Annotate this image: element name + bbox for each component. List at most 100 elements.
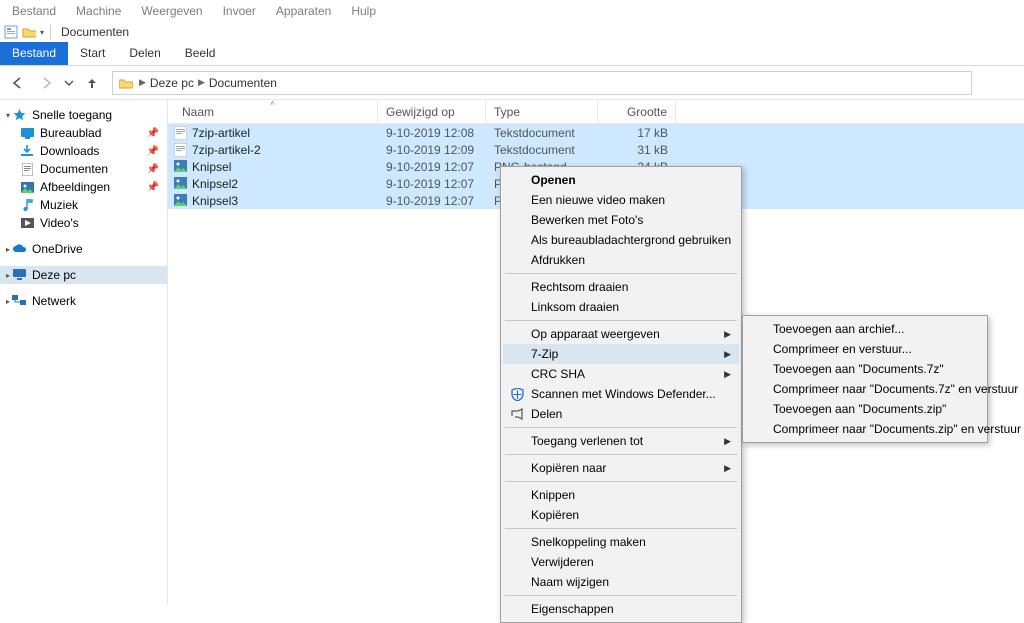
menu-shortcut[interactable]: Snelkoppeling maken — [503, 532, 739, 552]
nav-label: Bureaublad — [40, 126, 101, 140]
vm-menu-item[interactable]: Weergeven — [137, 2, 206, 20]
file-row[interactable]: 7zip-artikel-29-10-2019 12:09Tekstdocume… — [168, 141, 1024, 158]
up-button[interactable] — [80, 71, 104, 95]
file-modified: 9-10-2019 12:07 — [378, 160, 486, 174]
file-modified: 9-10-2019 12:09 — [378, 143, 486, 157]
navitem-onedrive[interactable]: ▸ OneDrive — [0, 240, 167, 258]
nav-label: Video's — [40, 216, 79, 230]
chevron-right-icon[interactable]: ▸ — [6, 297, 10, 306]
navitem-videos[interactable]: Video's — [0, 214, 167, 232]
vm-menu-item[interactable]: Apparaten — [272, 2, 335, 20]
menu-copy[interactable]: Kopiëren — [503, 505, 739, 525]
menu-delete[interactable]: Verwijderen — [503, 552, 739, 572]
file-name: 7zip-artikel — [192, 126, 250, 140]
menu-print[interactable]: Afdrukken — [503, 250, 739, 270]
chevron-right-icon[interactable]: ▶ — [139, 77, 146, 88]
text-file-icon — [174, 126, 188, 140]
navigation-pane: ▾ Snelle toegang Bureaublad 📌 Downloads … — [0, 100, 168, 604]
sort-asc-icon: ˄ — [270, 99, 275, 108]
menu-properties[interactable]: Eigenschappen — [503, 599, 739, 619]
navitem-desktop[interactable]: Bureaublad 📌 — [0, 124, 167, 142]
nav-label: Deze pc — [32, 268, 76, 282]
file-size: 31 kB — [598, 143, 676, 157]
chevron-down-icon[interactable]: ▾ — [6, 111, 10, 120]
chevron-right-icon: ▶ — [724, 369, 731, 380]
chevron-right-icon[interactable]: ▶ — [198, 77, 205, 88]
menu-7z-compress-send[interactable]: Comprimeer en verstuur... — [745, 339, 985, 359]
menu-share[interactable]: Delen — [503, 404, 739, 424]
column-type[interactable]: Type — [486, 100, 598, 123]
video-icon — [20, 216, 34, 230]
nav-label: Snelle toegang — [32, 108, 112, 122]
menu-7z-compress-zip-send[interactable]: Comprimeer naar "Documents.zip" en verst… — [745, 419, 985, 439]
recent-locations-button[interactable] — [62, 71, 76, 95]
menu-7zip[interactable]: 7-Zip▶ — [503, 344, 739, 364]
address-bar[interactable]: ▶ Deze pc ▶ Documenten — [112, 71, 972, 95]
menu-give-access[interactable]: Toegang verlenen tot▶ — [503, 431, 739, 451]
file-modified: 9-10-2019 12:07 — [378, 177, 486, 191]
menu-7z-add-archive[interactable]: Toevoegen aan archief... — [745, 319, 985, 339]
menu-new-video[interactable]: Een nieuwe video maken — [503, 190, 739, 210]
back-button[interactable] — [6, 71, 30, 95]
qat-customize-icon[interactable]: ▾ — [40, 28, 44, 37]
navitem-this-pc[interactable]: ▸ Deze pc — [0, 266, 167, 284]
file-size: 17 kB — [598, 126, 676, 140]
navitem-pictures[interactable]: Afbeeldingen 📌 — [0, 178, 167, 196]
navitem-documents[interactable]: Documenten 📌 — [0, 160, 167, 178]
menu-cast[interactable]: Op apparaat weergeven▶ — [503, 324, 739, 344]
menu-7z-add-zip[interactable]: Toevoegen aan "Documents.zip" — [745, 399, 985, 419]
vm-menu-item[interactable]: Machine — [72, 2, 125, 20]
vm-menu-item[interactable]: Hulp — [347, 2, 380, 20]
file-type: Tekstdocument — [486, 143, 598, 157]
breadcrumb-root[interactable]: Deze pc — [150, 76, 194, 90]
tab-beeld[interactable]: Beeld — [173, 42, 228, 65]
pin-icon: 📌 — [147, 146, 159, 157]
window-title: Documenten — [61, 25, 129, 39]
menu-7z-compress-7z-send[interactable]: Comprimeer naar "Documents.7z" en verstu… — [745, 379, 985, 399]
file-name: Knipsel3 — [192, 194, 238, 208]
vm-menu-item[interactable]: Invoer — [219, 2, 260, 20]
menu-set-wallpaper[interactable]: Als bureaubladachtergrond gebruiken — [503, 230, 739, 250]
image-file-icon — [174, 160, 188, 174]
cloud-icon — [12, 242, 26, 256]
menu-crc-sha[interactable]: CRC SHA▶ — [503, 364, 739, 384]
image-file-icon — [174, 177, 188, 191]
column-modified[interactable]: Gewijzigd op — [378, 100, 486, 123]
vm-menu-item[interactable]: Bestand — [8, 2, 60, 20]
menu-copy-to[interactable]: Kopiëren naar▶ — [503, 458, 739, 478]
titlebar: ▾ Documenten — [0, 22, 1024, 42]
pin-icon: 📌 — [147, 164, 159, 175]
file-name: Knipsel — [192, 160, 231, 174]
chevron-right-icon[interactable]: ▸ — [6, 245, 10, 254]
properties-icon[interactable] — [4, 25, 18, 39]
menu-7z-add-7z[interactable]: Toevoegen aan "Documents.7z" — [745, 359, 985, 379]
column-size[interactable]: Grootte — [598, 100, 676, 123]
breadcrumb-current[interactable]: Documenten — [209, 76, 277, 90]
tab-delen[interactable]: Delen — [117, 42, 172, 65]
menu-cut[interactable]: Knippen — [503, 485, 739, 505]
navitem-quick-access[interactable]: ▾ Snelle toegang — [0, 106, 167, 124]
menu-rename[interactable]: Naam wijzigen — [503, 572, 739, 592]
separator — [50, 25, 51, 39]
menu-edit-photos[interactable]: Bewerken met Foto's — [503, 210, 739, 230]
image-file-icon — [174, 194, 188, 208]
menu-rotate-right[interactable]: Rechtsom draaien — [503, 277, 739, 297]
tab-bestand[interactable]: Bestand — [0, 42, 68, 65]
nav-label: Netwerk — [32, 294, 76, 308]
navitem-downloads[interactable]: Downloads 📌 — [0, 142, 167, 160]
chevron-right-icon[interactable]: ▸ — [6, 271, 10, 280]
navitem-music[interactable]: Muziek — [0, 196, 167, 214]
file-row[interactable]: 7zip-artikel9-10-2019 12:08Tekstdocument… — [168, 124, 1024, 141]
ribbon-tabs: Bestand Start Delen Beeld — [0, 42, 1024, 66]
menu-open[interactable]: Openen — [503, 170, 739, 190]
tab-start[interactable]: Start — [68, 42, 117, 65]
text-file-icon — [174, 143, 188, 157]
menu-rotate-left[interactable]: Linksom draaien — [503, 297, 739, 317]
download-icon — [20, 144, 34, 158]
new-folder-icon[interactable] — [22, 25, 36, 39]
forward-button[interactable] — [34, 71, 58, 95]
column-name[interactable]: ˄ Naam — [168, 100, 378, 123]
menu-defender[interactable]: Scannen met Windows Defender... — [503, 384, 739, 404]
navitem-network[interactable]: ▸ Netwerk — [0, 292, 167, 310]
column-headers: ˄ Naam Gewijzigd op Type Grootte — [168, 100, 1024, 124]
